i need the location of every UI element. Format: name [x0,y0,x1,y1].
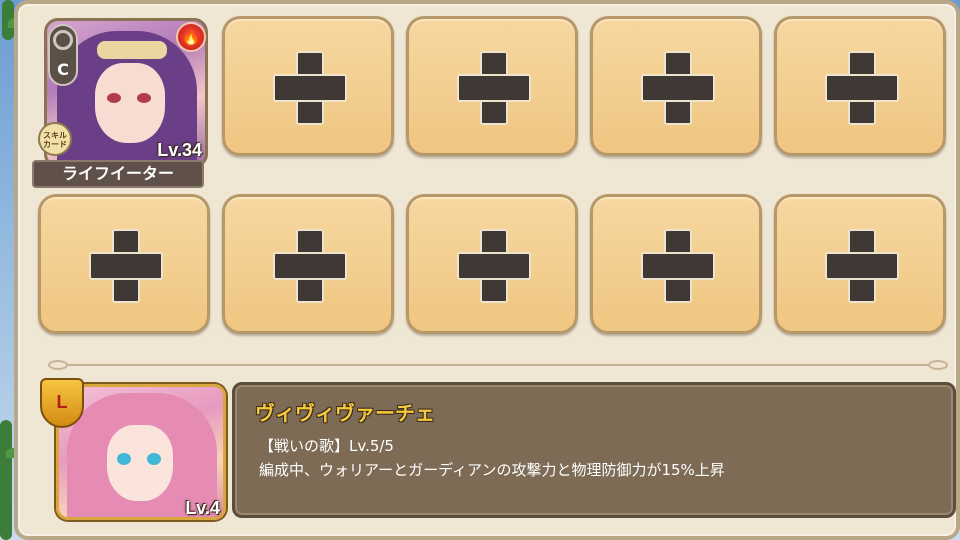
character-name: ライフイーター [61,164,174,183]
empty-slot[interactable] [590,16,762,156]
skill-card-badge: スキルカード [38,122,72,156]
plus-icon [823,227,899,303]
fire-icon: 🔥 [176,22,206,52]
plus-icon [455,49,531,125]
skill-description: 編成中、ウォリアーとガーディアンの攻撃力と物理防御力が15%上昇 [259,461,725,479]
leader-card[interactable]: L Lv.4 [40,378,230,524]
plus-icon [455,227,531,303]
empty-slot[interactable] [222,16,394,156]
leader-skill-panel: ヴィヴィヴァーチェ 【戦いの歌】Lv.5/5 編成中、ウォリアーとガーディアンの… [232,382,956,518]
plus-icon [639,49,715,125]
leader-name: ヴィヴィヴァーチェ [255,401,435,425]
vine-decoration [0,420,12,540]
plus-icon [271,227,347,303]
skill-title: 【戦いの歌】Lv.5/5 [259,437,394,455]
plus-icon [87,227,163,303]
empty-slot[interactable] [590,194,762,334]
plus-icon [823,49,899,125]
empty-slot[interactable] [222,194,394,334]
section-divider [48,360,948,370]
empty-slot[interactable] [406,16,578,156]
rarity-label: C [57,60,69,79]
empty-slot[interactable] [774,16,946,156]
plus-icon [639,227,715,303]
leader-level: Lv.4 [185,498,220,518]
character-name-plate: ライフイーター [32,160,204,188]
leader-badge: L [40,378,84,428]
empty-slot[interactable] [38,194,210,334]
character-level: Lv.34 [157,140,202,160]
empty-slot[interactable] [406,194,578,334]
empty-slot[interactable] [774,194,946,334]
plus-icon [271,49,347,125]
party-panel: C 🔥 スキルカード Lv.34 ライフイーター L Lv.4 ヴィヴィヴァーチ… [14,0,960,540]
rarity-badge: C [48,24,78,86]
